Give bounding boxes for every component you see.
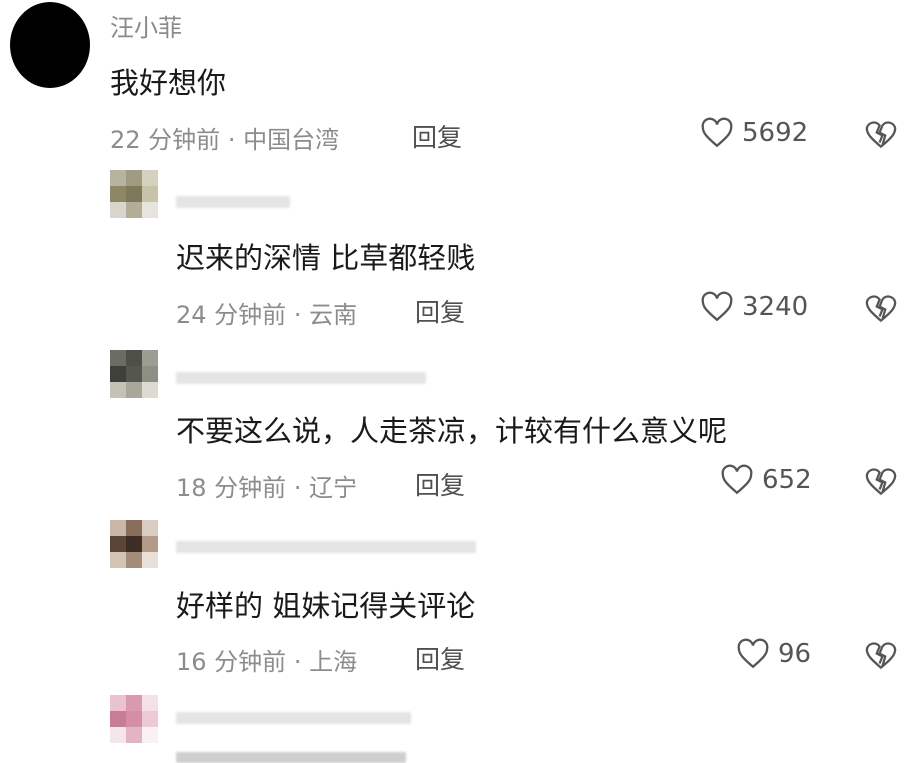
broken-heart-icon (865, 642, 897, 670)
comment-time: 22 分钟前 (110, 126, 221, 154)
comment-time: 18 分钟前 (176, 474, 287, 502)
comment-meta: 24 分钟前 · 云南 (176, 295, 357, 330)
heart-outline-icon (721, 464, 753, 495)
heart-outline-icon (701, 291, 733, 322)
meta-separator: · (293, 648, 302, 676)
blurred-username (176, 541, 476, 553)
comment-text: 好样的 姐妹记得关评论 (176, 589, 476, 623)
username[interactable]: 汪小菲 (110, 8, 182, 43)
avatar[interactable] (110, 170, 158, 218)
cut-off-comment-text (176, 752, 406, 763)
avatar[interactable] (110, 520, 158, 568)
dislike-button[interactable] (864, 118, 898, 154)
comment-meta: 16 分钟前 · 上海 (176, 642, 357, 677)
like-count: 652 (762, 465, 812, 495)
like-count: 96 (778, 639, 812, 669)
comment-location: 上海 (309, 648, 358, 676)
dislike-button[interactable] (864, 639, 898, 675)
like-count: 3240 (742, 292, 809, 322)
avatar[interactable] (110, 350, 158, 398)
comment-location: 辽宁 (309, 474, 358, 502)
like-button[interactable]: 96 (736, 638, 811, 670)
meta-separator: · (293, 301, 302, 329)
comment-time: 16 分钟前 (176, 648, 287, 676)
reply-button[interactable]: 回复 (415, 293, 465, 329)
blurred-username (176, 196, 290, 208)
like-button[interactable]: 3240 (700, 291, 808, 323)
like-button[interactable]: 5692 (700, 117, 808, 149)
comment-time: 24 分钟前 (176, 301, 287, 329)
comment-location: 中国台湾 (243, 126, 340, 154)
like-count: 5692 (742, 118, 809, 148)
heart-outline-icon (701, 117, 733, 148)
like-button[interactable]: 652 (720, 464, 812, 496)
comment-meta: 22 分钟前 · 中国台湾 (110, 120, 339, 155)
broken-heart-icon (865, 121, 897, 149)
blurred-username (176, 372, 426, 384)
dislike-button[interactable] (864, 292, 898, 328)
reply-button[interactable]: 回复 (412, 118, 462, 154)
dislike-button[interactable] (864, 465, 898, 501)
comment-text: 不要这么说，人走茶凉，计较有什么意义呢 (176, 414, 728, 448)
meta-separator: · (227, 126, 236, 154)
comment-text: 我好想你 (110, 66, 227, 100)
avatar[interactable] (110, 695, 158, 743)
comment-text: 迟来的深情 比草都轻贱 (176, 241, 476, 275)
comment-meta: 18 分钟前 · 辽宁 (176, 468, 357, 503)
reply-button[interactable]: 回复 (415, 466, 465, 502)
heart-outline-icon (737, 638, 769, 669)
avatar[interactable] (10, 2, 90, 88)
meta-separator: · (293, 474, 302, 502)
blurred-username (176, 712, 411, 724)
broken-heart-icon (865, 468, 897, 496)
broken-heart-icon (865, 295, 897, 323)
reply-button[interactable]: 回复 (415, 640, 465, 676)
comment-location: 云南 (309, 301, 358, 329)
